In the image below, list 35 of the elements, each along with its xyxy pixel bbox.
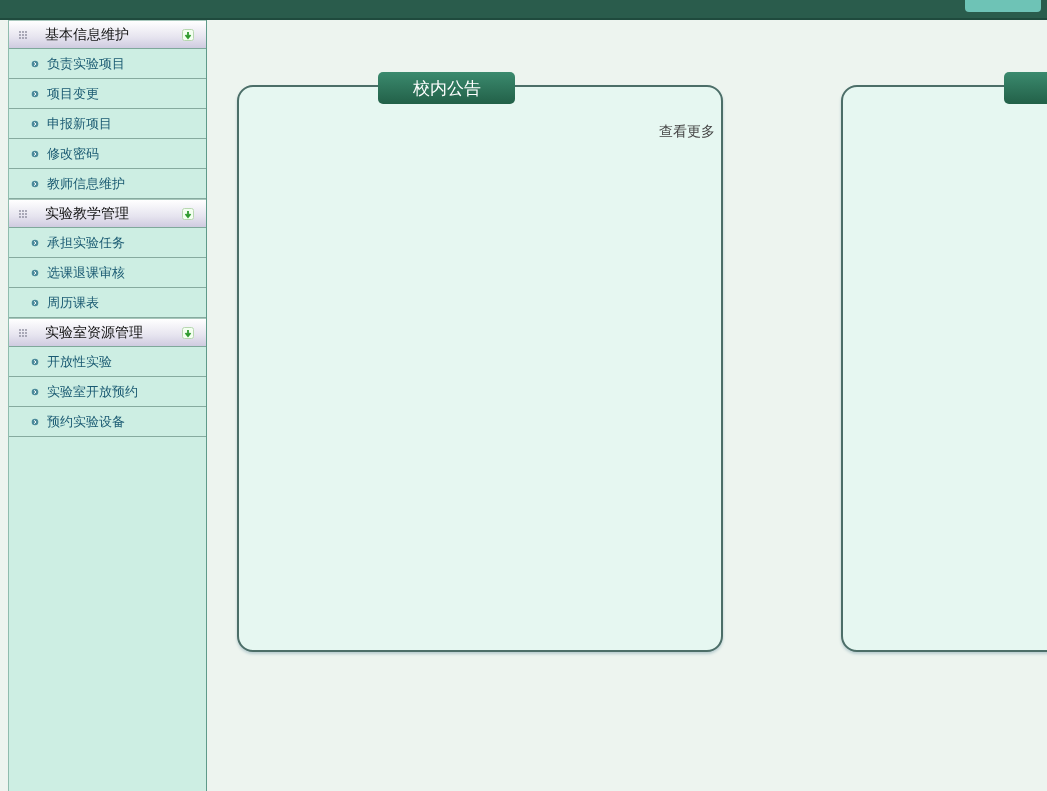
- menu-group-header[interactable]: 基本信息维护: [9, 20, 206, 49]
- menu-item[interactable]: 申报新项目: [9, 109, 206, 139]
- bullet-icon: [31, 238, 39, 247]
- menu-item[interactable]: 承担实验任务: [9, 228, 206, 258]
- menu-group-header[interactable]: 实验教学管理: [9, 199, 206, 228]
- menu-group-title: 实验室资源管理: [44, 323, 144, 342]
- menu-item[interactable]: 预约实验设备: [9, 407, 206, 437]
- bullet-icon: [31, 357, 39, 366]
- bullet-icon: [31, 179, 39, 188]
- down-arrow-icon: [182, 28, 194, 41]
- grip-icon: [17, 207, 29, 220]
- bullet-icon: [31, 417, 39, 426]
- menu-item[interactable]: 选课退课审核: [9, 258, 206, 288]
- down-arrow-icon: [182, 207, 194, 220]
- menu-group-header[interactable]: 实验室资源管理: [9, 318, 206, 347]
- bullet-icon: [31, 149, 39, 158]
- menu-item[interactable]: 修改密码: [9, 139, 206, 169]
- bullet-icon: [31, 298, 39, 307]
- bullet-icon: [31, 59, 39, 68]
- more-link[interactable]: 查看更多: [659, 123, 715, 141]
- menu-group-title: 基本信息维护: [44, 25, 130, 44]
- menu-item[interactable]: 负责实验项目: [9, 49, 206, 79]
- menu-item[interactable]: 项目变更: [9, 79, 206, 109]
- header-button[interactable]: [965, 0, 1041, 12]
- panel-title: 校内公告: [378, 72, 515, 104]
- bullet-icon: [31, 89, 39, 98]
- down-arrow-icon: [182, 326, 194, 339]
- grip-icon: [17, 326, 29, 339]
- bullet-icon: [31, 387, 39, 396]
- bullet-icon: [31, 268, 39, 277]
- grip-icon: [17, 28, 29, 41]
- menu-group-title: 实验教学管理: [44, 204, 130, 223]
- menu-item[interactable]: 开放性实验: [9, 347, 206, 377]
- menu-item[interactable]: 实验室开放预约: [9, 377, 206, 407]
- bullet-icon: [31, 119, 39, 128]
